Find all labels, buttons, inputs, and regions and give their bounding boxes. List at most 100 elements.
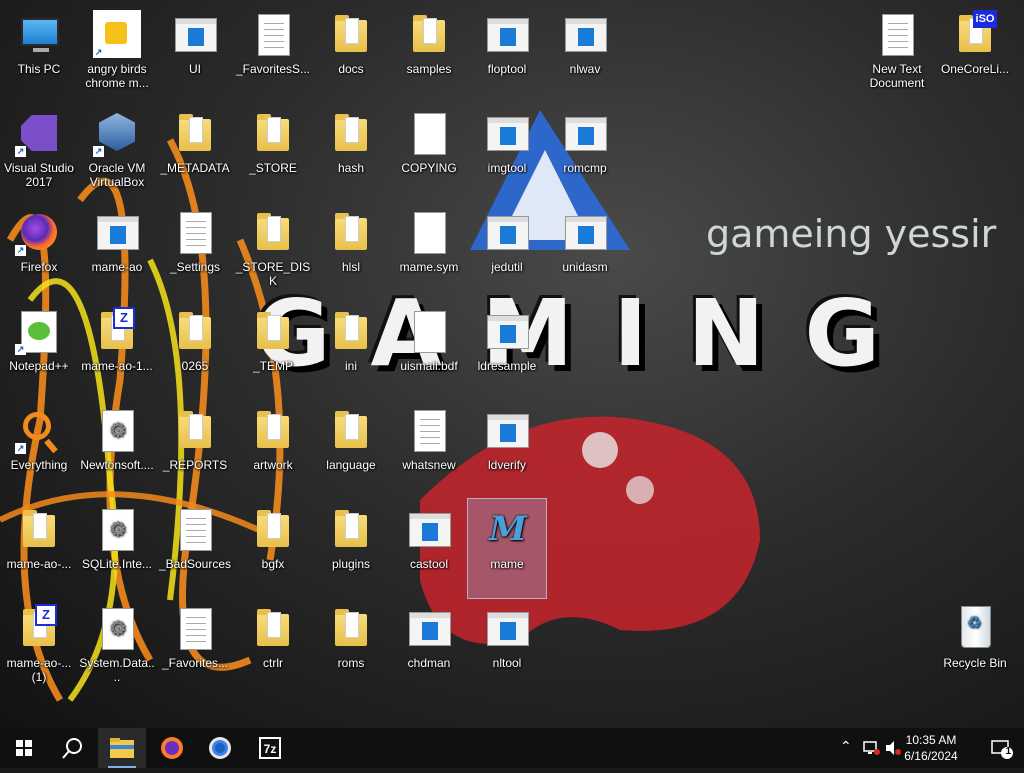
- desktop-icon-floptool[interactable]: floptool: [468, 4, 546, 103]
- desktop-icon-whatsnew[interactable]: whatsnew: [390, 400, 468, 499]
- blank-file-icon: [405, 109, 453, 157]
- application-icon: [483, 208, 531, 256]
- notification-button[interactable]: 1: [988, 736, 1014, 760]
- desktop-icon-label: _Favorites...: [161, 656, 229, 670]
- folder-icon: [171, 109, 219, 157]
- desktop-icon-label: jedutil: [491, 260, 523, 274]
- desktop-icon-label: ini: [344, 359, 357, 373]
- folder-icon: [405, 10, 453, 58]
- desktop-icon-reports[interactable]: _REPORTS: [156, 400, 234, 499]
- desktop-icon-ini[interactable]: ini: [312, 301, 390, 400]
- application-icon: [483, 406, 531, 454]
- desktop-icon-everything[interactable]: ↗ Everything: [0, 400, 78, 499]
- desktop-icon-onecoreli[interactable]: iSO OneCoreLi...: [936, 4, 1014, 103]
- desktop-icon-badsources[interactable]: _BadSources: [156, 499, 234, 598]
- taskbar-7zip[interactable]: 7z: [246, 728, 294, 768]
- desktop-icon-roms[interactable]: roms: [312, 598, 390, 697]
- desktop-icon-hash[interactable]: hash: [312, 103, 390, 202]
- desktop-icon-label: artwork: [253, 458, 293, 472]
- network-icon[interactable]: [862, 740, 880, 756]
- taskbar-chrome[interactable]: [196, 728, 244, 768]
- desktop-icon-unidasm[interactable]: unidasm: [546, 202, 624, 301]
- desktop-icon-label: Everything: [10, 458, 68, 472]
- search-icon: [62, 738, 82, 759]
- desktop-icon-label: Firefox: [20, 260, 58, 274]
- folder-icon: [249, 406, 297, 454]
- desktop-icon-store-disk[interactable]: _STORE_DISK: [234, 202, 312, 301]
- folder-icon: [327, 604, 375, 652]
- desktop-icon-settings[interactable]: _Settings: [156, 202, 234, 301]
- start-button[interactable]: [0, 728, 48, 768]
- desktop-icon-copying[interactable]: COPYING: [390, 103, 468, 202]
- notification-count: 1: [1005, 746, 1011, 757]
- taskbar-file-explorer[interactable]: [98, 728, 146, 768]
- desktop-icon-recycle-bin[interactable]: Recycle Bin: [936, 598, 1014, 697]
- desktop-icon-plugins[interactable]: plugins: [312, 499, 390, 598]
- firefox-icon: [161, 737, 183, 759]
- desktop-icon-imgtool[interactable]: imgtool: [468, 103, 546, 202]
- desktop-icon-nltool[interactable]: nltool: [468, 598, 546, 697]
- desktop-icon-label: ctrlr: [263, 656, 283, 670]
- desktop-icon-system-data[interactable]: ⚙ System.Data....: [78, 598, 156, 697]
- desktop-icon-mame[interactable]: Mmame: [467, 498, 547, 599]
- desktop-icon-hlsl[interactable]: hlsl: [312, 202, 390, 301]
- desktop-icon-this-pc[interactable]: This PC: [0, 4, 78, 103]
- desktop-icon-mame-ao[interactable]: mame-ao-...: [0, 499, 78, 598]
- taskbar-firefox[interactable]: [148, 728, 196, 768]
- desktop-icon-mame-ao-1[interactable]: Zmame-ao-1...: [78, 301, 156, 400]
- desktop-icon-language[interactable]: language: [312, 400, 390, 499]
- desktop-icon-mame-sym[interactable]: mame.sym: [390, 202, 468, 301]
- desktop-icon-ctrlr[interactable]: ctrlr: [234, 598, 312, 697]
- folder-icon: [327, 406, 375, 454]
- desktop-icon-favoritess[interactable]: _FavoritesS...: [234, 4, 312, 103]
- text-document-icon: [405, 406, 453, 454]
- desktop-icon-new-text-document[interactable]: New Text Document: [858, 4, 936, 103]
- desktop-icon-ui[interactable]: UI: [156, 4, 234, 103]
- desktop-icon-label: 0265: [181, 359, 209, 373]
- desktop-icon-angry-birds-chrome-m[interactable]: ↗ angry birds chrome m...: [78, 4, 156, 103]
- desktop-icon-samples[interactable]: samples: [390, 4, 468, 103]
- desktop-icon-label: SQLite.Inte...: [81, 557, 153, 571]
- desktop-icon-label: nlwav: [569, 62, 601, 76]
- desktop-icon-label: roms: [337, 656, 365, 670]
- desktop-icon-romcmp[interactable]: romcmp: [546, 103, 624, 202]
- chevron-up-icon[interactable]: ⌃: [840, 738, 852, 755]
- desktop-icon-bgfx[interactable]: bgfx: [234, 499, 312, 598]
- desktop-icon-jedutil[interactable]: jedutil: [468, 202, 546, 301]
- folder-icon: [249, 109, 297, 157]
- desktop-icon-label: _REPORTS: [162, 458, 228, 472]
- desktop-icon-label: romcmp: [563, 161, 607, 175]
- firefox-icon: ↗: [15, 208, 63, 256]
- folder-icon: [249, 604, 297, 652]
- desktop-icon-mame-ao[interactable]: mame-ao: [78, 202, 156, 301]
- desktop-icon-0265[interactable]: 0265: [156, 301, 234, 400]
- folder-icon: [171, 406, 219, 454]
- desktop-icon-nlwav[interactable]: nlwav: [546, 4, 624, 103]
- desktop-icon-mame-ao-1[interactable]: Zmame-ao-... (1): [0, 598, 78, 697]
- desktop-icon-favorites[interactable]: _Favorites...: [156, 598, 234, 697]
- desktop-icon-docs[interactable]: docs: [312, 4, 390, 103]
- desktop-icon-artwork[interactable]: artwork: [234, 400, 312, 499]
- search-button[interactable]: [48, 728, 96, 768]
- desktop-icon-ldresample[interactable]: ldresample: [468, 301, 546, 400]
- desktop-icon-notepad[interactable]: ↗ Notepad++: [0, 301, 78, 400]
- clock[interactable]: 10:35 AM 6/16/2024: [896, 732, 966, 764]
- desktop-icon-firefox[interactable]: ↗ Firefox: [0, 202, 78, 301]
- desktop-icon-ldverify[interactable]: ldverify: [468, 400, 546, 499]
- application-icon: [561, 10, 609, 58]
- desktop-icon-chdman[interactable]: chdman: [390, 598, 468, 697]
- desktop-icon-sqlite-inte[interactable]: ⚙ SQLite.Inte...: [78, 499, 156, 598]
- desktop-icon-oracle-vm-virtualbox[interactable]: ↗ Oracle VM VirtualBox: [78, 103, 156, 202]
- text-document-icon: [873, 10, 921, 58]
- application-icon: [483, 307, 531, 355]
- desktop-icon-store[interactable]: _STORE: [234, 103, 312, 202]
- app-shortcut-icon: ↗: [93, 10, 141, 58]
- desktop-icon-newtonsoft[interactable]: ⚙ Newtonsoft....: [78, 400, 156, 499]
- desktop-icon-temp[interactable]: _TEMP: [234, 301, 312, 400]
- desktop-icon-uismall-bdf[interactable]: uismall.bdf: [390, 301, 468, 400]
- desktop-icon-visual-studio-2017[interactable]: ↗ Visual Studio 2017: [0, 103, 78, 202]
- visual-studio-icon: ↗: [15, 109, 63, 157]
- desktop-icon-castool[interactable]: castool: [390, 499, 468, 598]
- desktop-icon-metadata[interactable]: _METADATA: [156, 103, 234, 202]
- desktop-icon-label: mame-ao-... (1): [6, 656, 72, 684]
